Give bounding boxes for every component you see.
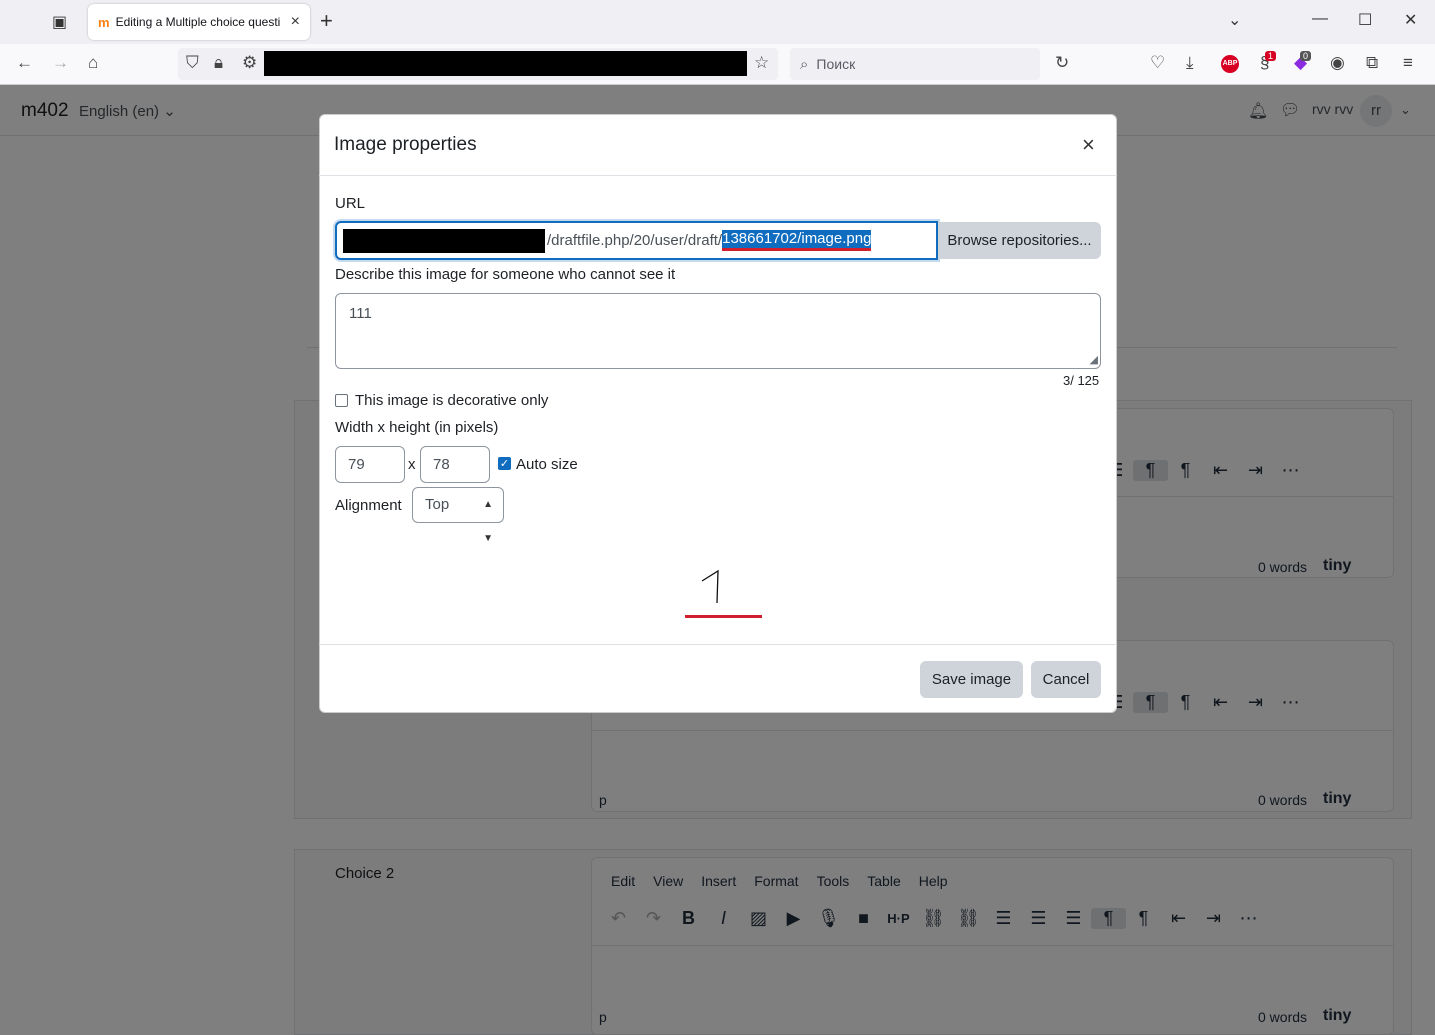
- height-input[interactable]: 78: [420, 446, 490, 483]
- alt-text-value: 111: [349, 305, 372, 322]
- pocket-icon[interactable]: ♡: [1150, 53, 1165, 73]
- extension-badge-1: 1: [1265, 51, 1277, 61]
- cancel-button[interactable]: Cancel: [1031, 661, 1101, 698]
- width-input[interactable]: 79: [335, 446, 405, 483]
- alt-text-textarea[interactable]: 111 ◢: [335, 293, 1101, 369]
- home-icon[interactable]: ⌂: [88, 53, 98, 73]
- alt-text-counter: 3/ 125: [1063, 373, 1100, 388]
- url-label: URL: [335, 195, 366, 212]
- decorative-label[interactable]: This image is decorative only: [355, 392, 548, 409]
- autosize-checkbox[interactable]: ✓: [498, 457, 511, 470]
- bookmark-star-icon[interactable]: ☆: [754, 53, 769, 73]
- window-close-icon[interactable]: ✕: [1404, 10, 1417, 30]
- browser-tab-active[interactable]: m Editing a Multiple choice questi ×: [88, 4, 310, 40]
- dialog-footer-divider: [319, 644, 1117, 645]
- dialog-title: Image properties: [334, 134, 477, 155]
- alignment-select[interactable]: Top ▲ ▼: [412, 487, 504, 544]
- alt-text-label: Describe this image for someone who cann…: [335, 266, 676, 283]
- lock-icon[interactable]: 🔒︎: [214, 53, 223, 73]
- menu-hamburger-icon[interactable]: ≡: [1403, 53, 1413, 73]
- alignment-value: Top: [425, 496, 450, 513]
- tab-overview-icon[interactable]: ▣: [52, 12, 67, 32]
- search-bar[interactable]: ⌕ Поиск: [790, 48, 1040, 80]
- decorative-checkbox[interactable]: [335, 394, 348, 407]
- moodle-favicon-icon: m: [98, 14, 110, 30]
- forward-icon[interactable]: →: [52, 53, 69, 73]
- image-properties-dialog: [319, 114, 1117, 713]
- browse-repositories-button[interactable]: Browse repositories...: [938, 222, 1101, 259]
- size-label: Width x height (in pixels): [335, 419, 499, 436]
- select-arrows-icon: ▲ ▼: [483, 499, 493, 544]
- image-preview: [701, 569, 719, 604]
- tracking-shield-icon[interactable]: ⛉: [186, 53, 199, 73]
- maximize-icon[interactable]: ☐: [1358, 10, 1372, 30]
- account-icon[interactable]: ◉: [1330, 53, 1345, 73]
- dialog-close-icon[interactable]: ×: [1082, 132, 1095, 158]
- redacted-url-host: [343, 228, 545, 253]
- url-path-text: /draftfile.php/20/user/draft/: [547, 232, 723, 249]
- preview-annotation-line: [685, 615, 762, 618]
- search-icon: ⌕: [800, 55, 809, 73]
- back-icon[interactable]: ←: [16, 53, 33, 73]
- tab-title: Editing a Multiple choice questi: [115, 15, 281, 29]
- tab-list-chevron-icon[interactable]: ⌄: [1228, 10, 1241, 30]
- adblock-icon[interactable]: ABP: [1221, 55, 1239, 73]
- extension-badge-2: 0: [1300, 51, 1312, 61]
- reload-icon[interactable]: ↻: [1055, 53, 1069, 73]
- download-icon[interactable]: ⤓: [1186, 53, 1194, 73]
- save-image-button[interactable]: Save image: [920, 661, 1023, 698]
- minimize-icon[interactable]: —: [1312, 10, 1328, 28]
- url-input[interactable]: /draftfile.php/20/user/draft/ 138661702/…: [335, 221, 938, 260]
- tab-close-icon[interactable]: ×: [291, 13, 300, 31]
- new-tab-icon[interactable]: +: [320, 8, 333, 34]
- alignment-label: Alignment: [335, 497, 402, 514]
- search-placeholder: Поиск: [816, 56, 856, 72]
- url-selected-text: 138661702/image.png: [722, 230, 872, 251]
- extensions-puzzle-icon[interactable]: ⧉: [1366, 53, 1378, 73]
- permissions-icon[interactable]: ⚙: [242, 53, 257, 73]
- autosize-label[interactable]: Auto size: [516, 456, 578, 473]
- dialog-header-divider: [319, 175, 1117, 176]
- redacted-url: [264, 51, 747, 76]
- resize-grip-icon[interactable]: ◢: [1090, 353, 1098, 366]
- times-separator: x: [408, 456, 416, 473]
